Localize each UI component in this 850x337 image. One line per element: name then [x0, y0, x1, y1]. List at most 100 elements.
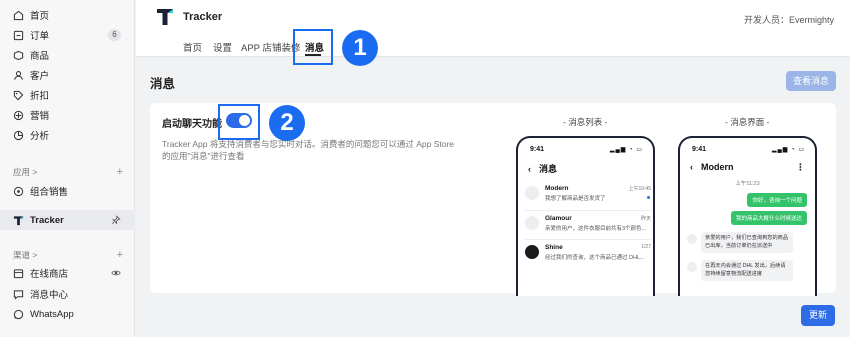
annotation-number-1: 1: [342, 30, 378, 66]
bundle-icon: [13, 186, 24, 197]
phone-title: Modern: [701, 162, 734, 172]
sidebar-item-products[interactable]: 商品: [0, 45, 135, 65]
sidebar-item-label: 消息中心: [30, 290, 69, 301]
page-title: 消息: [150, 77, 176, 91]
unread-dot: [647, 196, 650, 199]
phone-title: 消息: [539, 164, 558, 174]
view-messages-button[interactable]: 查看消息: [786, 71, 836, 91]
sidebar-item-customers[interactable]: 客户: [0, 65, 135, 85]
orders-icon: [13, 30, 24, 41]
avatar: [525, 216, 539, 230]
sidebar-item-home[interactable]: 首页: [0, 5, 135, 25]
received-message-text: 亲爱的用户，我们已查询到您的商品已出库，当前订单仍在派送中: [701, 232, 793, 253]
received-message-text: 在再天内会通过 DHL 发出，后续请您持续留意物流配送进度: [701, 260, 793, 281]
app-title: Tracker: [183, 11, 223, 23]
sidebar-item-label: 首页: [30, 11, 50, 22]
sidebar-item-label: 营销: [30, 111, 50, 122]
message-chat-phone-preview: 9:41 ▂▄▆ ◔ ▭ ‹ Modern ⋮ 上午11:23 你好，咨询一个问题…: [678, 136, 817, 296]
orders-count-badge: 6: [108, 29, 121, 41]
conversation-time: 昨天: [640, 216, 651, 222]
tracker-logo-icon: [13, 215, 24, 226]
channels-section-header[interactable]: 渠道 > +: [13, 249, 123, 261]
apps-section-label: 应用 >: [13, 167, 38, 177]
sidebar-item-analytics[interactable]: 分析: [0, 125, 135, 145]
message-chat-preview-label: - 消息界面 -: [725, 117, 770, 127]
developer-label: 开发人员：Evermighty: [743, 15, 834, 25]
sent-message: 你好，咨询一个问题: [747, 193, 807, 207]
back-icon: ‹: [528, 164, 531, 174]
conversation-name: Modern: [545, 185, 569, 192]
avatar: [525, 245, 539, 259]
eye-icon[interactable]: [111, 268, 121, 278]
add-channel-icon[interactable]: +: [117, 249, 123, 261]
chat-timestamp: 上午11:23: [735, 181, 760, 187]
conversation-name: Shine: [545, 244, 563, 251]
sidebar: 首页 订单 6 商品 客户 折扣 营销 分析 应用 > + 组合销售 Track…: [0, 0, 135, 337]
tab-settings[interactable]: 设置: [213, 40, 232, 54]
received-message: 亲爱的用户，我们已查询到您的商品已出库，当前订单仍在派送中: [687, 232, 793, 253]
sidebar-item-bundle-sales[interactable]: 组合销售: [0, 181, 135, 201]
conversation-time: 1/27: [641, 244, 651, 250]
pin-icon[interactable]: [111, 215, 121, 225]
list-item: Shine 1/27 经过我们的查询，这个商品已通过 DHL...: [525, 243, 651, 273]
conversation-time: 上午10:45: [628, 186, 651, 192]
annotation-number-2: 2: [269, 105, 305, 141]
divider: [525, 210, 651, 211]
enable-chat-label: 启动聊天功能: [162, 119, 222, 130]
sidebar-item-label: 组合销售: [30, 187, 69, 198]
phone-header: ‹ Modern: [690, 162, 734, 172]
products-icon: [13, 50, 24, 61]
analytics-icon: [13, 130, 24, 141]
conversation-preview: 经过我们的查询，这个商品已通过 DHL...: [545, 255, 645, 261]
annotation-box-2: [218, 104, 260, 140]
status-icons: ▂▄▆ ◔ ▭: [771, 147, 805, 153]
sidebar-item-message-center[interactable]: 消息中心: [0, 284, 135, 304]
update-button[interactable]: 更新: [801, 305, 835, 326]
sidebar-item-whatsapp[interactable]: WhatsApp: [0, 304, 135, 324]
sidebar-item-label: Tracker: [30, 214, 64, 226]
conversation-name: Glamour: [545, 215, 572, 222]
sidebar-item-orders[interactable]: 订单 6: [0, 25, 135, 45]
status-time: 9:41: [692, 146, 707, 153]
avatar: [687, 262, 697, 272]
conversation-preview: 我想了解商品是否发货了: [545, 196, 606, 202]
tracker-logo-icon: [156, 7, 174, 27]
sidebar-item-label: 商品: [30, 51, 50, 62]
divider: [525, 239, 651, 240]
sidebar-item-marketing[interactable]: 营销: [0, 105, 135, 125]
whatsapp-icon: [13, 309, 24, 320]
tab-home[interactable]: 首页: [183, 40, 202, 54]
store-icon: [13, 268, 24, 279]
status-icons: ▂▄▆ ◔ ▭: [609, 147, 643, 153]
message-list-phone-preview: 9:41 ▂▄▆ ◔ ▭ ‹ 消息 Modern 上午10:45 我想了解商品是否…: [516, 136, 655, 296]
sidebar-item-tracker[interactable]: Tracker: [0, 210, 135, 230]
sidebar-item-online-store[interactable]: 在线商店: [0, 263, 135, 283]
app-header: Tracker 开发人员：Evermighty 首页 设置 APP 店铺装修 消…: [136, 0, 850, 57]
customer-icon: [13, 70, 24, 81]
discount-tag-icon: [13, 90, 24, 101]
chat-icon: [13, 289, 24, 300]
sidebar-item-label: 订单: [30, 31, 50, 42]
more-icon: ⋮: [796, 162, 805, 172]
sent-message: 我的商品大概什么时候送达: [730, 211, 807, 225]
avatar: [687, 234, 697, 244]
sidebar-item-label: 客户: [30, 71, 50, 82]
conversation-preview: 亲爱的用户，这件衣服目前共有3个颜色...: [545, 226, 647, 232]
chat-description: Tracker App 将支持消费者与您实时对话。消费者的问题您可以通过 App…: [162, 139, 455, 161]
marketing-icon: [13, 110, 24, 121]
sidebar-item-label: 在线商店: [30, 269, 69, 280]
sidebar-item-label: 分析: [30, 131, 50, 142]
tab-app-store-design[interactable]: APP 店铺装修: [241, 40, 300, 54]
home-icon: [13, 10, 24, 21]
message-list-preview-label: - 消息列表 -: [563, 117, 608, 127]
phone-header: ‹ 消息: [528, 162, 557, 175]
annotation-box-1: [293, 29, 333, 65]
status-time: 9:41: [530, 146, 545, 153]
apps-section-header[interactable]: 应用 > +: [13, 166, 123, 178]
channels-section-label: 渠道 >: [13, 250, 38, 260]
sidebar-item-discounts[interactable]: 折扣: [0, 85, 135, 105]
add-app-icon[interactable]: +: [117, 166, 123, 178]
received-message: 在再天内会通过 DHL 发出，后续请您持续留意物流配送进度: [687, 260, 793, 281]
avatar: [525, 186, 539, 200]
sidebar-item-label: WhatsApp: [30, 308, 74, 320]
